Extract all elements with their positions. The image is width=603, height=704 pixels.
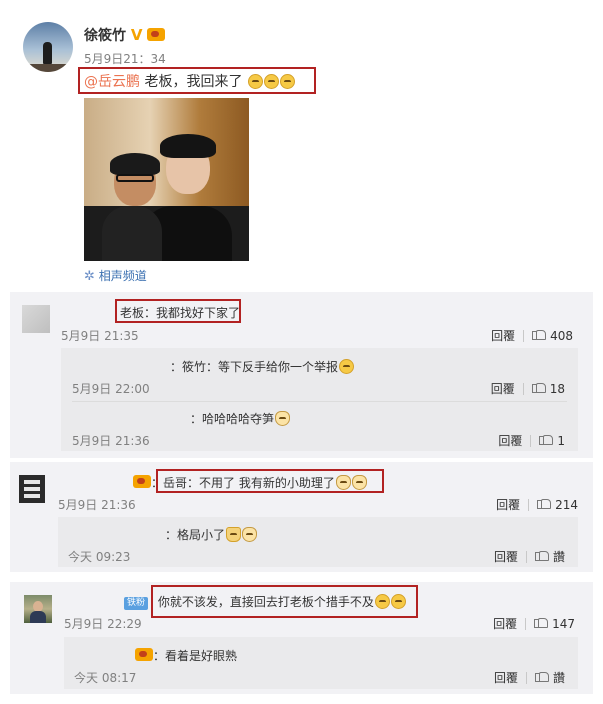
comment-time: 5月9日 22:29 <box>64 617 142 631</box>
reply-actions: 回覆 讚 <box>494 548 565 565</box>
comment-actions: 回覆 147 <box>493 615 575 632</box>
emoji-icon <box>339 359 355 374</box>
reply-time: 今天 08:17 <box>74 671 137 685</box>
like-button[interactable]: 408 <box>532 328 573 343</box>
reply-time: 5月9日 22:00 <box>72 382 150 396</box>
iron-fan-tag: 铁粉 <box>124 597 149 610</box>
like-count: 1 <box>557 434 565 448</box>
highlight-box <box>151 585 418 618</box>
commenter-avatar[interactable] <box>19 475 45 503</box>
thumbs-up-icon <box>539 433 554 445</box>
fan-badge-icon <box>147 28 166 41</box>
reply-time: 5月9日 21:36 <box>72 434 150 448</box>
reply-text: ：哈哈哈哈夺笋 <box>190 410 291 427</box>
like-button[interactable]: 讚 <box>534 669 565 686</box>
emoji-icon <box>242 527 258 542</box>
like-button[interactable]: 147 <box>534 616 575 631</box>
like-count: 408 <box>550 329 573 343</box>
reply-text: ：看着是好眼熟 <box>135 647 237 664</box>
highlight-box <box>156 469 384 493</box>
reply-text: ：筱竹：等下反手给你一个举报 <box>170 358 355 375</box>
reply-actions: 回覆 1 <box>498 432 565 449</box>
reply-actions: 回覆 讚 <box>494 669 565 686</box>
fan-badge-icon <box>135 648 153 661</box>
thumbs-up-icon <box>531 381 546 393</box>
thumbs-up-icon <box>534 616 549 628</box>
comment-time: 5月9日 21:36 <box>58 498 136 512</box>
channel-link[interactable]: 相声频道 <box>99 269 147 283</box>
like-button[interactable]: 214 <box>537 497 578 512</box>
emoji-icon <box>275 411 291 426</box>
reply-divider <box>72 401 567 402</box>
reply-text: ：格局小了 <box>165 526 258 543</box>
reply-actions: 回覆 18 <box>491 380 565 397</box>
like-button[interactable]: 18 <box>531 381 565 396</box>
reply-button[interactable]: 回覆 <box>491 327 515 344</box>
reply-button[interactable]: 回覆 <box>494 669 518 686</box>
channel-icon: ✲ <box>84 269 95 284</box>
reply-button[interactable]: 回覆 <box>491 380 515 397</box>
reply-button[interactable]: 回覆 <box>493 615 517 632</box>
reply-button[interactable]: 回覆 <box>498 432 522 449</box>
highlight-box <box>78 67 316 94</box>
thumbs-up-icon <box>532 328 547 340</box>
author-name[interactable]: 徐筱竹 <box>84 28 126 44</box>
reply-button[interactable]: 回覆 <box>496 496 520 513</box>
like-count: 18 <box>549 382 565 396</box>
like-button[interactable]: 1 <box>539 433 565 448</box>
commenter-avatar[interactable] <box>22 305 50 333</box>
comment-actions: 回覆 408 <box>491 327 573 344</box>
like-count: 214 <box>555 498 578 512</box>
commenter-avatar[interactable] <box>24 595 52 623</box>
like-button[interactable]: 讚 <box>534 548 565 565</box>
like-count: 讚 <box>552 550 565 564</box>
thumbs-up-icon <box>534 549 549 561</box>
fan-badge-icon <box>133 475 151 488</box>
like-count: 讚 <box>552 671 565 685</box>
reply-time: 今天 09:23 <box>68 550 131 564</box>
author-avatar[interactable] <box>23 22 73 72</box>
thumbs-up-icon <box>534 670 549 682</box>
reply-button[interactable]: 回覆 <box>494 548 518 565</box>
comment-time: 5月9日 21:35 <box>61 329 139 343</box>
highlight-box <box>115 299 241 323</box>
emoji-icon <box>226 527 242 542</box>
like-count: 147 <box>552 617 575 631</box>
post-time[interactable]: 5月9日21：34 <box>84 50 166 67</box>
vip-v-icon: V <box>130 26 143 44</box>
thumbs-up-icon <box>537 497 552 509</box>
post-photo[interactable] <box>84 98 249 261</box>
comment-actions: 回覆 214 <box>496 496 578 513</box>
